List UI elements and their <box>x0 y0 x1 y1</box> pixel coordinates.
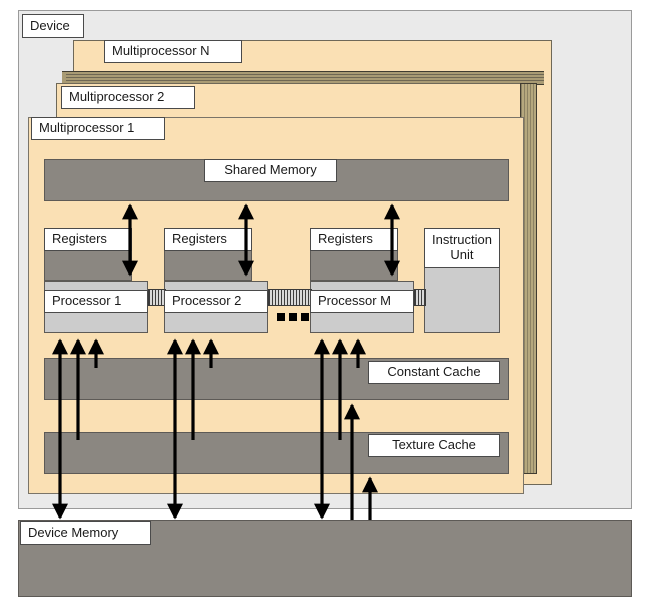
processor-label-1: Processor 1 <box>44 290 148 313</box>
processor-label-m: Processor M <box>310 290 414 313</box>
registers-label-m: Registers <box>310 228 398 251</box>
shared-memory-label: Shared Memory <box>204 159 337 182</box>
stack-edge-top-2 <box>66 74 544 75</box>
device-label: Device <box>22 14 84 38</box>
cuda-hardware-model-diagram: Device Multiprocessor N Multiprocessor 2… <box>0 0 650 609</box>
stack-edge-top-4 <box>66 80 544 81</box>
processor-label-2: Processor 2 <box>164 290 268 313</box>
stack-edge-top-3 <box>66 77 544 78</box>
multiprocessor-n-label: Multiprocessor N <box>104 40 242 63</box>
device-memory-label: Device Memory <box>20 521 151 545</box>
bus-connector-m-iu <box>414 289 426 306</box>
processor-ellipsis-dots <box>277 313 309 321</box>
constant-cache-label: Constant Cache <box>368 361 500 384</box>
instruction-unit-label: Instruction Unit <box>424 228 500 268</box>
registers-label-1: Registers <box>44 228 132 251</box>
registers-label-2: Registers <box>164 228 252 251</box>
multiprocessor-1-label: Multiprocessor 1 <box>31 117 165 140</box>
multiprocessor-2-label: Multiprocessor 2 <box>61 86 195 109</box>
bus-connector-2-m <box>268 289 312 306</box>
texture-cache-label: Texture Cache <box>368 434 500 457</box>
